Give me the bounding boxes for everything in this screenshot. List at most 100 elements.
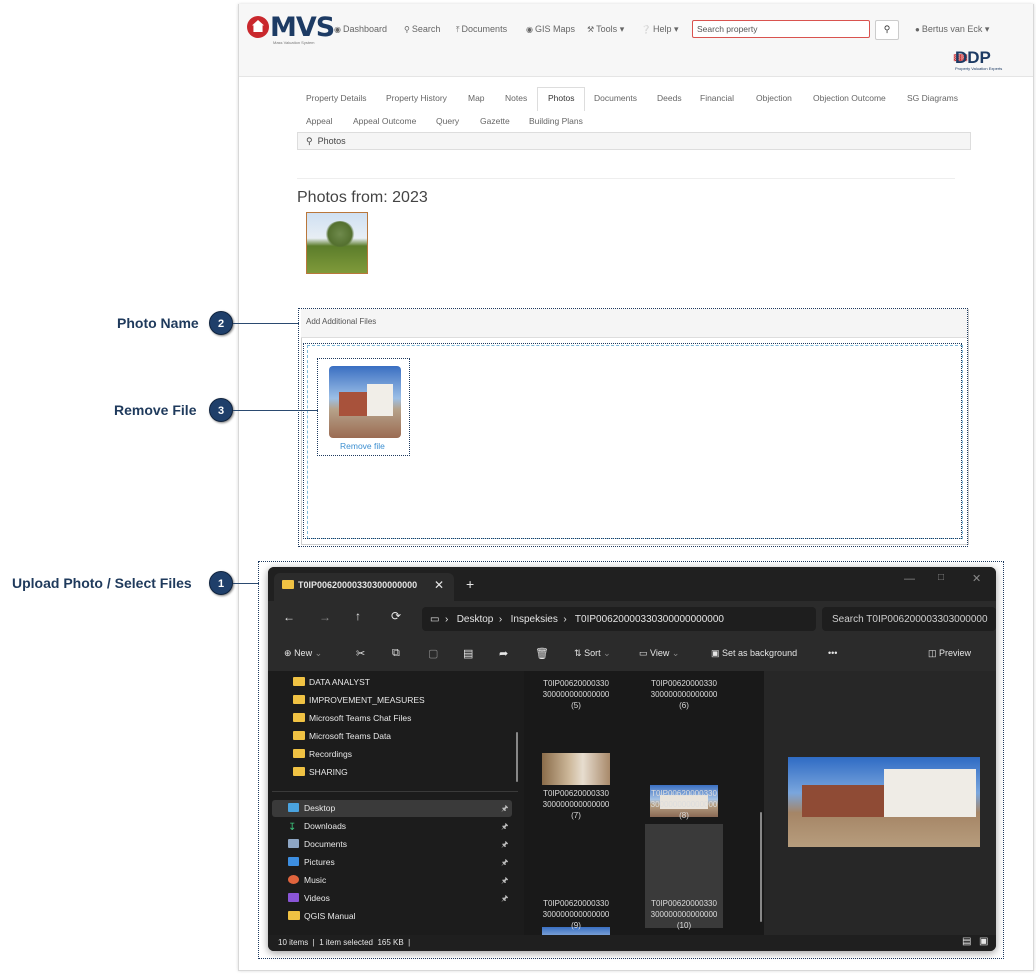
new-button[interactable]: ⊕ New ⌄	[284, 648, 322, 659]
photo-thumbnail[interactable]	[306, 212, 368, 274]
close-window-icon[interactable]: ✕	[972, 572, 981, 585]
nav-documents[interactable]: ⤒ Documents	[456, 24, 507, 35]
navbar: MVS Mass Valuation System ◉ Dashboard ⚲ Se…	[239, 4, 1033, 77]
more-options-button[interactable]: •••	[828, 648, 837, 658]
tab-gazette[interactable]: Gazette	[480, 116, 510, 126]
back-arrow-icon[interactable]: ←	[283, 610, 295, 624]
sidebar-scrollbar[interactable]	[516, 732, 518, 782]
dashboard-icon: ◉	[334, 25, 341, 34]
grid-scrollbar[interactable]	[760, 812, 762, 922]
pin-icon: 🖈	[501, 858, 509, 867]
tab-building-plans[interactable]: Building Plans	[529, 116, 583, 126]
tab-photos[interactable]: Photos	[548, 93, 574, 103]
callout-badge-3: 3	[209, 398, 233, 422]
caret-down-icon: ▾	[674, 24, 679, 34]
file-item[interactable]: T0IP00620000330 300000000000000 (6)	[641, 678, 727, 711]
tab-property-history[interactable]: Property History	[386, 93, 447, 103]
tab-appeal[interactable]: Appeal	[306, 116, 332, 126]
explorer-search-placeholder: Search T0IP006200003303000000	[832, 614, 988, 625]
minimize-icon[interactable]: —	[904, 573, 915, 585]
sidebar-item-videos[interactable]: Videos	[288, 893, 330, 903]
sidebar-item-data-analyst[interactable]: DATA ANALYST	[293, 677, 370, 687]
status-text: 10 items | 1 item selected 165 KB |	[278, 938, 411, 947]
sidebar-item-pictures[interactable]: Pictures	[288, 857, 335, 867]
monitor-icon: ▭	[430, 614, 440, 625]
sidebar-item-downloads[interactable]: ↧ Downloads	[288, 821, 346, 833]
chevron-down-icon: ⌄	[314, 648, 323, 658]
file-item[interactable]: T0IP00620000330 300000000000000 (8)	[641, 788, 727, 821]
rename-icon[interactable]: ▤	[463, 647, 473, 660]
pictures-icon	[288, 857, 299, 866]
tab-documents[interactable]: Documents	[594, 93, 637, 103]
sidebar-item-sharing[interactable]: SHARING	[293, 767, 348, 777]
sidebar-item-teams-data[interactable]: Microsoft Teams Data	[293, 731, 391, 741]
tree-image	[325, 221, 355, 247]
file-thumbnail[interactable]	[542, 753, 610, 785]
forward-arrow-icon[interactable]: →	[319, 610, 331, 624]
chevron-down-icon: ⌄	[671, 648, 680, 658]
sort-button[interactable]: ⇅ Sort ⌄	[574, 648, 611, 659]
tab-appeal-outcome[interactable]: Appeal Outcome	[353, 116, 416, 126]
sidebar-item-documents[interactable]: Documents	[288, 839, 347, 849]
preview-image	[788, 757, 980, 847]
nav-dashboard[interactable]: ◉ Dashboard	[334, 24, 387, 34]
nav-search[interactable]: ⚲ Search	[404, 24, 440, 34]
user-menu[interactable]: ● Bertus van Eck ▾	[915, 24, 989, 35]
logo-text[interactable]: MVS	[270, 12, 335, 43]
new-tab-icon[interactable]: +	[466, 576, 474, 592]
file-item[interactable]: T0IP00620000330 300000000000000 (5)	[533, 678, 619, 711]
tab-financial[interactable]: Financial	[700, 93, 734, 103]
property-search-input[interactable]: Search property	[692, 20, 870, 38]
search-button[interactable]: ⚲	[875, 20, 899, 40]
set-background-button[interactable]: ▣ Set as background	[711, 648, 797, 659]
refresh-icon[interactable]: ⟳	[391, 609, 401, 623]
sidebar-item-teams-chat-files[interactable]: Microsoft Teams Chat Files	[293, 713, 411, 723]
view-button[interactable]: ▭ View ⌄	[639, 648, 679, 659]
nav-help[interactable]: ❔ Help ▾	[641, 24, 679, 35]
up-arrow-icon[interactable]: ↑	[355, 609, 361, 623]
pin-icon: 🖈	[501, 840, 509, 849]
nav-tools[interactable]: ⚒ Tools ▾	[587, 24, 624, 35]
nav-gis-maps[interactable]: ◉ GIS Maps	[526, 24, 575, 34]
tab-objection-outcome[interactable]: Objection Outcome	[813, 93, 886, 103]
tab-property-details[interactable]: Property Details	[306, 93, 366, 103]
tab-sg-diagrams[interactable]: SG Diagrams	[907, 93, 958, 103]
tab-notes[interactable]: Notes	[505, 93, 527, 103]
share-icon[interactable]: ➦	[499, 647, 508, 660]
sidebar-item-improvement-measures[interactable]: IMPROVEMENT_MEASURES	[293, 695, 425, 705]
tab-deeds[interactable]: Deeds	[657, 93, 682, 103]
preview-toggle-button[interactable]: ◫ Preview	[928, 648, 971, 659]
details-view-icon[interactable]: ▤	[962, 936, 971, 947]
sidebar-item-music[interactable]: Music	[288, 875, 326, 885]
sidebar-item-desktop[interactable]: Desktop	[288, 803, 335, 813]
download-icon: ↧	[288, 822, 297, 833]
tiles-view-icon[interactable]: ▣	[979, 936, 988, 947]
building-image	[884, 769, 976, 817]
question-icon: ❔	[641, 25, 651, 34]
ddp-tagline: Property Valuation Experts	[955, 66, 1003, 71]
delete-icon[interactable]: 🗑	[535, 647, 549, 660]
command-bar	[268, 637, 996, 672]
tab-map[interactable]: Map	[468, 93, 485, 103]
tab-query[interactable]: Query	[436, 116, 459, 126]
tab-objection[interactable]: Objection	[756, 93, 792, 103]
paste-icon[interactable]: ▢	[428, 647, 438, 660]
sidebar-item-qgis-manual[interactable]: QGIS Manual	[288, 911, 356, 921]
folder-icon	[293, 749, 305, 758]
upload-icon: ⤒	[456, 25, 460, 34]
file-item-selected[interactable]: T0IP00620000330 300000000000000 (10)	[641, 898, 727, 931]
view-icon: ▭	[639, 648, 648, 658]
copy-icon[interactable]: ⧉	[392, 647, 400, 660]
folder-icon	[282, 580, 294, 589]
close-tab-icon[interactable]: ✕	[434, 578, 444, 592]
pin-icon: 🖈	[501, 822, 509, 831]
path-breadcrumb[interactable]: ▭ › Desktop › Inspeksies › T0IP006200003…	[430, 614, 724, 625]
cut-icon[interactable]: ✂	[356, 647, 365, 660]
maximize-icon[interactable]: □	[938, 572, 944, 583]
file-item[interactable]: T0IP00620000330 300000000000000 (7)	[533, 788, 619, 821]
folder-icon	[288, 911, 300, 920]
file-item[interactable]: T0IP00620000330 300000000000000 (9)	[533, 898, 619, 931]
sidebar-item-recordings[interactable]: Recordings	[293, 749, 352, 759]
music-icon	[288, 875, 299, 884]
document-icon	[288, 839, 299, 848]
